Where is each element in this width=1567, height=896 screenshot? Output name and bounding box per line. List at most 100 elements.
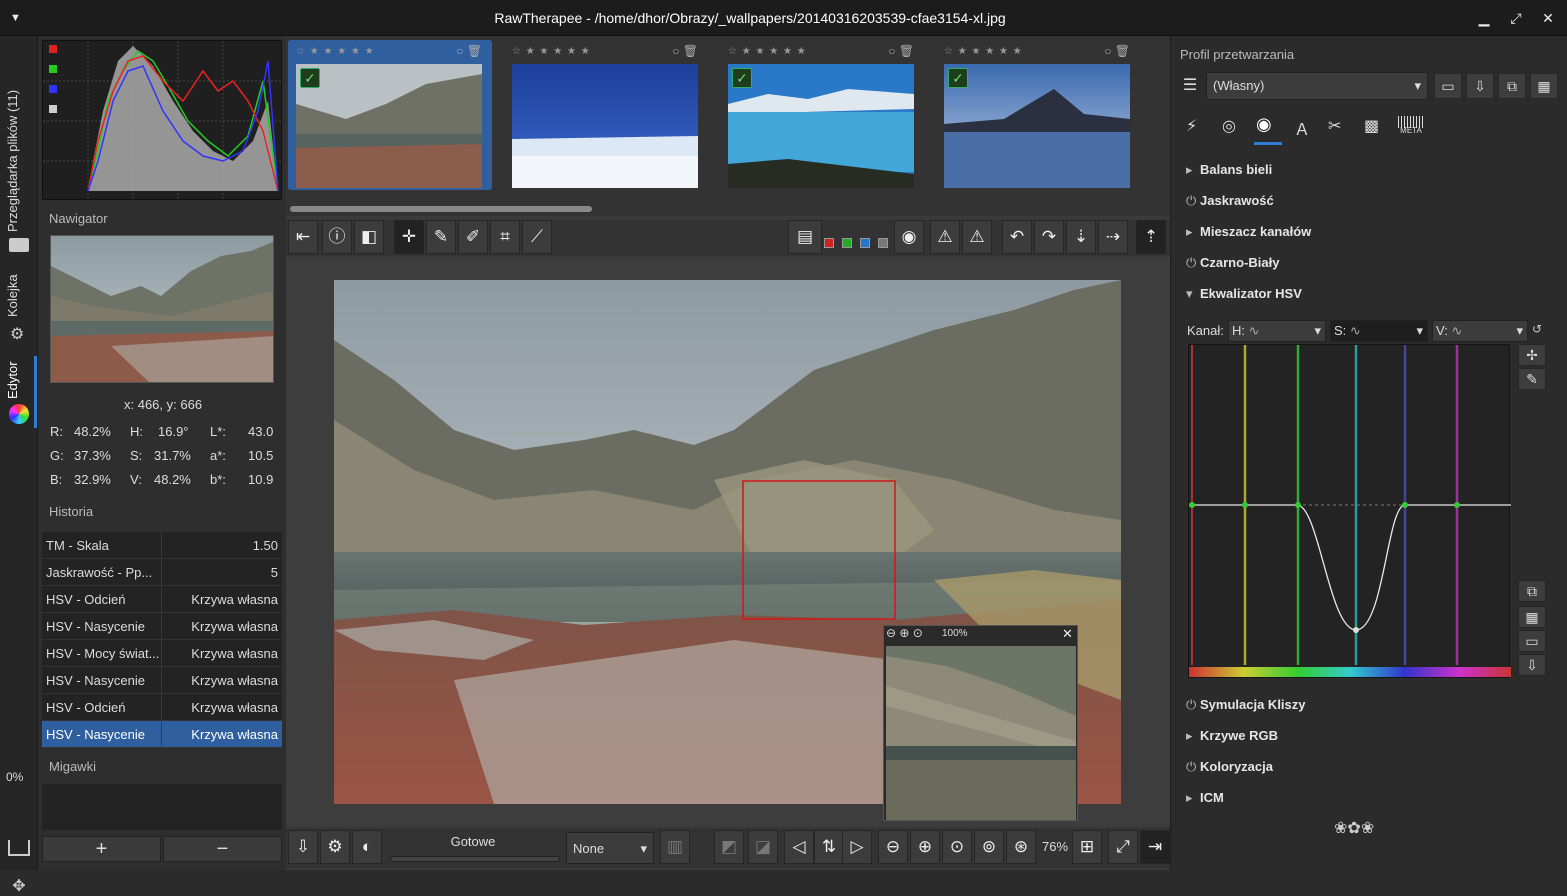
- save-curve-icon[interactable]: ⇩: [1518, 654, 1546, 676]
- tab-file-browser[interactable]: Przeglądarka plików (11): [5, 86, 33, 236]
- blue-channel-toggle[interactable]: [49, 85, 57, 93]
- list-icon[interactable]: ☰: [1176, 72, 1204, 100]
- trash-icon[interactable]: ○ 🗑: [888, 44, 914, 58]
- red-channel-toggle[interactable]: [49, 45, 57, 53]
- save-profile-icon[interactable]: ⇩: [1466, 73, 1494, 99]
- trash-icon[interactable]: ○ 🗑: [672, 44, 698, 58]
- rotate-right-icon[interactable]: ↷: [1034, 220, 1064, 254]
- tool-colorization[interactable]: ⏻ Koloryzacja: [1186, 759, 1273, 775]
- hsv-curve-editor[interactable]: [1188, 344, 1511, 678]
- zoom-100-icon[interactable]: ⊛: [1006, 830, 1036, 864]
- filmstrip-scrollbar[interactable]: [290, 206, 592, 212]
- maximize-icon[interactable]: ⤢: [1506, 8, 1526, 28]
- value-curve-button[interactable]: V: ∿ ▾: [1432, 320, 1528, 342]
- hide-left-panel-icon[interactable]: ⇤: [288, 220, 318, 254]
- open-profile-icon[interactable]: ▭: [1434, 73, 1462, 99]
- filmstrip-toggle-icon[interactable]: [8, 840, 30, 856]
- paste-profile-icon[interactable]: ▦: [1530, 73, 1558, 99]
- zoom-fit-crop-icon[interactable]: ⊚: [974, 830, 1004, 864]
- new-detail-window-icon[interactable]: ⊞: [1072, 830, 1102, 864]
- info-icon[interactable]: ⓘ: [322, 220, 352, 254]
- tool-vibrance[interactable]: ⏻ Jaskrawość: [1186, 193, 1274, 209]
- luminance-preview-toggle[interactable]: [878, 238, 888, 248]
- history-row[interactable]: Jaskrawość - Pp... 5: [42, 559, 282, 586]
- history-row[interactable]: HSV - Nasycenie Krzywa własna: [42, 667, 282, 694]
- before-after-icon[interactable]: ◧: [354, 220, 384, 254]
- tool-hsv-equalizer[interactable]: ▾ Ekwalizator HSV: [1186, 286, 1302, 302]
- detail-window[interactable]: ⊖ ⊕ ⊙ 100% ✕: [883, 625, 1078, 821]
- straighten-icon[interactable]: ⟋: [522, 220, 552, 254]
- open-curve-icon[interactable]: ▭: [1518, 630, 1546, 652]
- history-row[interactable]: HSV - Mocy świat... Krzywa własna: [42, 640, 282, 667]
- copy-profile-icon[interactable]: ⧉: [1498, 73, 1526, 99]
- tool-rgb-curves[interactable]: ▸ Krzywe RGB: [1186, 728, 1278, 744]
- highlight-clip-warning-icon[interactable]: ⚠: [962, 220, 992, 254]
- advanced-tab-icon[interactable]: Ａ: [1294, 116, 1314, 139]
- trash-icon[interactable]: ○ 🗑: [456, 44, 482, 58]
- red-preview-toggle[interactable]: [824, 238, 834, 248]
- color-tab-icon[interactable]: ◉: [1256, 114, 1280, 136]
- zoom-in-icon[interactable]: ⊕: [910, 830, 940, 864]
- profile-dropdown[interactable]: (Własny) ▾: [1206, 72, 1428, 100]
- tab-editor[interactable]: Edytor: [5, 358, 33, 402]
- move-icon[interactable]: ✥: [9, 876, 29, 896]
- profile-select[interactable]: None ▾: [566, 832, 654, 864]
- zoom-out-icon[interactable]: ⊖: [878, 830, 908, 864]
- exposure-tab-icon[interactable]: ⚡: [1186, 116, 1206, 136]
- external-editor-icon[interactable]: ◐: [352, 830, 382, 864]
- tool-white-balance[interactable]: ▸ Balans bieli: [1186, 162, 1272, 178]
- tab-queue[interactable]: Kolejka: [5, 272, 33, 320]
- tool-channel-mixer[interactable]: ▸ Mieszacz kanałów: [1186, 224, 1311, 240]
- blue-preview-toggle[interactable]: [860, 238, 870, 248]
- reset-icon[interactable]: ↺: [1532, 322, 1542, 336]
- next-image-icon[interactable]: ▷: [842, 830, 872, 864]
- fullscreen-icon[interactable]: ⤢: [1108, 830, 1138, 864]
- focus-mask-icon[interactable]: ◉: [894, 220, 924, 254]
- raw-tab-icon[interactable]: ▩: [1364, 116, 1384, 136]
- green-preview-toggle[interactable]: [842, 238, 852, 248]
- gamut-check-icon[interactable]: ◪: [748, 830, 778, 864]
- add-snapshot-button[interactable]: +: [42, 836, 161, 862]
- flip-horizontal-icon[interactable]: ⇢: [1098, 220, 1128, 254]
- thumbnail[interactable]: ☆ ★ ★ ★ ★ ★ ○ 🗑 ✓: [936, 40, 1140, 190]
- history-row[interactable]: HSV - Nasycenie Krzywa własna: [42, 613, 282, 640]
- pencil-icon[interactable]: ✎: [1518, 368, 1546, 390]
- hand-tool-icon[interactable]: ✛: [394, 220, 424, 254]
- tool-icm[interactable]: ▸ ICM: [1186, 790, 1224, 806]
- thumbnail[interactable]: ☆ ★ ★ ★ ★ ★ ○ 🗑 ✓: [720, 40, 924, 190]
- history-row-selected[interactable]: HSV - Nasycenie Krzywa własna: [42, 721, 282, 748]
- save-image-icon[interactable]: ⇩: [288, 830, 318, 864]
- paste-curve-icon[interactable]: ▦: [1518, 606, 1546, 628]
- zoom-fit-icon[interactable]: ⊙: [942, 830, 972, 864]
- hide-top-panel-icon[interactable]: ⇡: [1136, 220, 1166, 254]
- rotate-left-icon[interactable]: ↶: [1002, 220, 1032, 254]
- shadow-clip-warning-icon[interactable]: ⚠: [930, 220, 960, 254]
- close-icon[interactable]: ✕: [1538, 8, 1558, 28]
- monitor-profile-icon[interactable]: ▥: [660, 830, 690, 864]
- previous-image-icon[interactable]: ◁: [784, 830, 814, 864]
- trash-icon[interactable]: ○ 🗑: [1104, 44, 1130, 58]
- detail-close-icon[interactable]: ✕: [1062, 626, 1073, 642]
- soft-proof-icon[interactable]: ◩: [714, 830, 744, 864]
- remove-snapshot-button[interactable]: −: [163, 836, 282, 862]
- hue-curve-button[interactable]: H: ∿ ▾: [1228, 320, 1326, 342]
- edit-points-icon[interactable]: ✢: [1518, 344, 1546, 366]
- hide-right-panel-icon[interactable]: ⇥: [1140, 830, 1170, 864]
- metadata-tab-icon[interactable]: META: [1398, 116, 1424, 138]
- luminance-toggle[interactable]: [49, 105, 57, 113]
- thumbnail[interactable]: ☆ ★ ★ ★ ★ ★ ○ 🗑 ✓: [288, 40, 492, 190]
- sync-icon[interactable]: ⇅: [814, 830, 844, 864]
- zoom-out-icon[interactable]: ⊖ ⊕ ⊙: [886, 626, 923, 644]
- thumbnail[interactable]: ☆ ★ ★ ★ ★ ★ ○ 🗑: [504, 40, 708, 190]
- tool-film-simulation[interactable]: ⏻ Symulacja Kliszy: [1186, 697, 1306, 713]
- transform-tab-icon[interactable]: ✂: [1328, 116, 1348, 136]
- history-row[interactable]: TM - Skala 1.50: [42, 532, 282, 559]
- copy-curve-icon[interactable]: ⧉: [1518, 580, 1546, 602]
- queue-icon[interactable]: ⚙: [320, 830, 350, 864]
- history-row[interactable]: HSV - Odcień Krzywa własna: [42, 586, 282, 613]
- crop-icon[interactable]: ⌗: [490, 220, 520, 254]
- saturation-curve-button[interactable]: S: ∿ ▾: [1330, 320, 1428, 342]
- flip-vertical-icon[interactable]: ⇣: [1066, 220, 1096, 254]
- preview-mode-icon[interactable]: ▤: [788, 220, 822, 254]
- minimize-icon[interactable]: ▁: [1474, 8, 1494, 28]
